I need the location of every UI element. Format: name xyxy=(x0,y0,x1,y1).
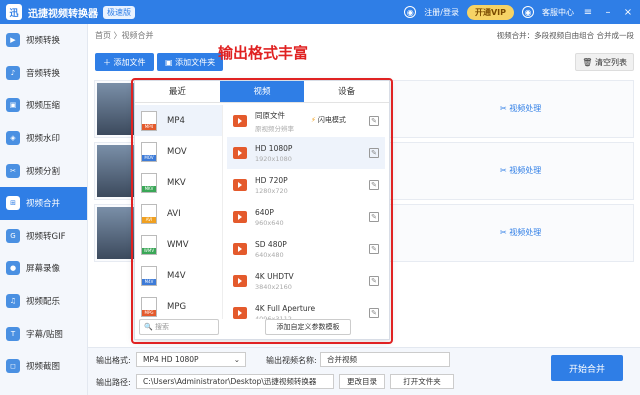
sidebar-item-split[interactable]: ✂ 视频分割 xyxy=(0,154,87,187)
output-format-value: MP4 HD 1080P xyxy=(143,355,199,364)
sidebar-item-label: 视频压缩 xyxy=(26,101,61,112)
sidebar-item-label: 字幕/贴图 xyxy=(26,329,63,340)
sidebar-item-label: 视频分割 xyxy=(26,166,61,177)
gif-icon: G xyxy=(6,228,20,243)
audio-convert-icon: ♪ xyxy=(6,65,20,80)
output-path-input[interactable]: C:\Users\Administrator\Desktop\迅捷视频转换器 xyxy=(136,374,334,389)
close-icon[interactable]: × xyxy=(622,7,634,18)
video-process-link[interactable]: ✂ 视频处理 xyxy=(500,227,541,238)
clear-list-button[interactable]: 🗑 清空列表 xyxy=(575,53,634,71)
title-bar-actions: ◉ 注册/登录 开通VIP ◉ 客服中心 ≡ – × xyxy=(404,0,634,24)
sidebar-item-label: 视频水印 xyxy=(26,134,61,145)
output-name-input[interactable]: 合并视频 xyxy=(320,352,450,367)
start-merge-button[interactable]: 开始合并 xyxy=(551,355,623,381)
output-path-label: 输出路径: xyxy=(96,378,131,387)
sidebar-item-gif[interactable]: G 视频转GIF xyxy=(0,220,87,253)
watermark-icon: ◈ xyxy=(6,131,20,146)
merge-hint: 视频合并：多段视频自由组合 合并成一段 xyxy=(496,31,634,40)
menu-icon[interactable]: ≡ xyxy=(582,7,594,18)
add-file-button[interactable]: ＋ 添加文件 xyxy=(95,53,154,71)
sidebar-item-screenshot[interactable]: ◻ 视频截图 xyxy=(0,350,87,383)
annotation-text: 输出格式丰富 xyxy=(218,44,309,62)
change-directory-button[interactable]: 更改目录 xyxy=(339,374,385,389)
login-link[interactable]: 注册/登录 xyxy=(424,7,459,18)
video-convert-icon: ▶ xyxy=(6,33,20,48)
sidebar-item-video-compress[interactable]: ▣ 视频压缩 xyxy=(0,89,87,122)
sidebar-item-subtitle[interactable]: T 字幕/贴图 xyxy=(0,317,87,350)
output-format-select[interactable]: MP4 HD 1080P ⌄ xyxy=(136,352,246,367)
subtitle-icon: T xyxy=(6,326,20,341)
merge-icon: ⊞ xyxy=(6,196,20,211)
sidebar-item-label: 屏幕录像 xyxy=(26,264,61,275)
service-icon: ◉ xyxy=(522,6,534,18)
sidebar-item-label: 音频转换 xyxy=(26,68,61,79)
scissors-icon: ✂ xyxy=(6,163,20,178)
minimize-icon[interactable]: – xyxy=(602,7,614,18)
app-logo: 迅 xyxy=(6,4,22,20)
sidebar-item-audio-convert[interactable]: ♪ 音频转换 xyxy=(0,57,87,90)
service-link[interactable]: 客服中心 xyxy=(542,7,574,18)
title-bar: 迅 迅捷视频转换器 极速版 ◉ 注册/登录 开通VIP ◉ 客服中心 ≡ – × xyxy=(0,0,640,24)
video-process-link[interactable]: ✂ 视频处理 xyxy=(500,165,541,176)
sidebar-item-watermark[interactable]: ◈ 视频水印 xyxy=(0,122,87,155)
edition-badge: 极速版 xyxy=(103,5,135,19)
music-icon: ♫ xyxy=(6,294,20,309)
sidebar: ▶ 视频转换 ♪ 音频转换 ▣ 视频压缩 ◈ 视频水印 ✂ 视频分割 ⊞ 视频合并 G 视频转… xyxy=(0,24,88,395)
add-folder-button[interactable]: ▣ 添加文件夹 xyxy=(157,53,224,71)
video-compress-icon: ▣ xyxy=(6,98,20,113)
output-format-label: 输出格式: xyxy=(96,356,131,365)
sidebar-item-label: 视频转GIF xyxy=(26,231,66,242)
vip-button[interactable]: 开通VIP xyxy=(466,4,514,20)
record-icon: ● xyxy=(6,261,20,276)
sidebar-item-label: 视频转换 xyxy=(26,36,61,47)
sidebar-item-label: 视频截图 xyxy=(26,362,61,373)
app-title: 迅捷视频转换器 xyxy=(28,8,98,20)
sidebar-item-video-convert[interactable]: ▶ 视频转换 xyxy=(0,24,87,57)
sidebar-item-screen-record[interactable]: ● 屏幕录像 xyxy=(0,252,87,285)
user-icon: ◉ xyxy=(404,6,417,18)
sidebar-item-music[interactable]: ♫ 视频配乐 xyxy=(0,285,87,318)
screenshot-icon: ◻ xyxy=(6,359,20,374)
chevron-down-icon: ⌄ xyxy=(233,355,240,364)
sidebar-item-label: 视频配乐 xyxy=(26,297,61,308)
video-process-link[interactable]: ✂ 视频处理 xyxy=(500,103,541,114)
sidebar-item-merge[interactable]: ⊞ 视频合并 xyxy=(0,186,87,220)
highlight-frame xyxy=(131,78,393,344)
output-name-label: 输出视频名称: xyxy=(266,356,317,365)
breadcrumb[interactable]: 首页 〉视频合并 xyxy=(95,30,154,41)
sidebar-item-label: 视频合并 xyxy=(26,199,61,210)
open-folder-button[interactable]: 打开文件夹 xyxy=(390,374,454,389)
